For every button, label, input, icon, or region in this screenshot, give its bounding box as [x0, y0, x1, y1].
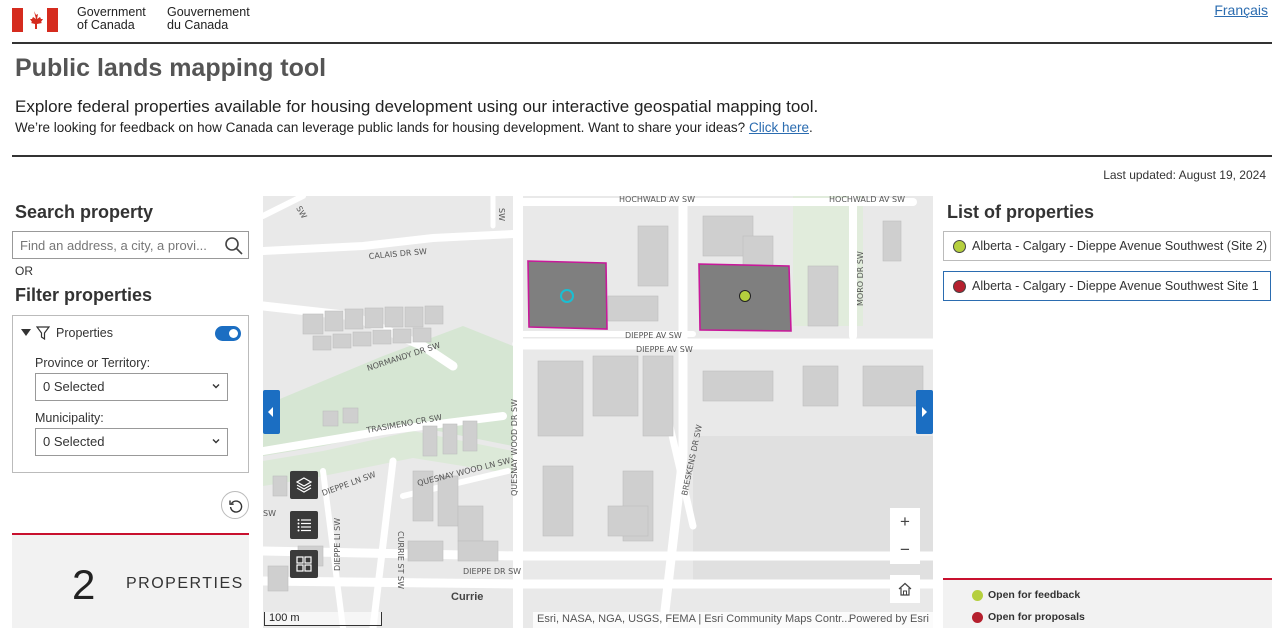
or-label: OR — [15, 264, 33, 278]
search-icon[interactable] — [224, 236, 244, 256]
property-item-label: Alberta - Calgary - Dieppe Avenue Southw… — [972, 279, 1259, 293]
chevron-down-icon — [212, 439, 220, 444]
page-title: Public lands mapping tool — [15, 54, 327, 82]
search-property-heading: Search property — [15, 202, 154, 222]
search-input[interactable] — [13, 232, 221, 258]
road-label-sw-1: SW — [294, 205, 308, 221]
gov-fr-line2: du Canada — [167, 18, 229, 32]
legend-dot-proposals — [972, 612, 983, 623]
header-divider — [12, 42, 1272, 44]
scale-bar: 100 m — [264, 612, 382, 626]
powered-by-esri[interactable]: Powered by Esri — [849, 613, 929, 625]
province-select-value: 0 Selected — [43, 379, 105, 394]
road-label-sw-2: SW — [497, 208, 506, 221]
last-updated-label: Last updated: August 19, 2024 — [1103, 168, 1266, 182]
feedback-sentence: We’re looking for feedback on how Canada… — [15, 120, 746, 135]
road-label-currie-st: CURRIE ST SW — [396, 531, 405, 589]
home-extent-button[interactable] — [890, 575, 920, 603]
property-item-site-1[interactable]: Alberta - Calgary - Dieppe Avenue Southw… — [943, 271, 1271, 301]
grid-icon — [296, 556, 312, 572]
map-attribution: Esri, NASA, NGA, USGS, FEMA | Esri Commu… — [533, 612, 933, 628]
legend-dot-feedback — [972, 590, 983, 601]
language-toggle-link[interactable]: Français — [1214, 2, 1268, 18]
status-dot-feedback — [953, 240, 966, 253]
list-of-properties-heading: List of properties — [947, 202, 1095, 222]
reset-filters-button[interactable] — [221, 491, 249, 519]
reset-icon — [229, 500, 243, 513]
property-count-number: 2 — [72, 561, 96, 608]
home-icon — [898, 582, 912, 596]
place-label-currie: Currie — [451, 591, 483, 603]
filter-panel: Properties Province or Territory: 0 Sele… — [12, 315, 249, 473]
legend-proposals-label: Open for proposals — [988, 611, 1085, 623]
gouvernement-du-canada-label: Gouvernement du Canada — [167, 6, 250, 32]
province-select[interactable]: 0 Selected — [35, 373, 228, 401]
status-legend: Open for feedback Open for proposals — [943, 578, 1272, 628]
province-label: Province or Territory: — [35, 356, 151, 370]
parcel-site-2[interactable] — [527, 260, 608, 330]
road-label-hochwald-right: HOCHWALD AV SW — [829, 196, 905, 204]
legend-open-for-feedback: Open for feedback — [972, 589, 1081, 601]
filter-properties-heading: Filter properties — [15, 285, 153, 305]
collapse-right-panel-button[interactable] — [916, 390, 933, 434]
list-icon — [297, 519, 311, 532]
municipality-label: Municipality: — [35, 411, 104, 425]
property-item-label: Alberta - Calgary - Dieppe Avenue Southw… — [972, 239, 1268, 253]
collapse-left-panel-button[interactable] — [263, 390, 280, 434]
chevron-left-icon — [268, 407, 273, 417]
status-dot-proposals — [953, 280, 966, 293]
feedback-period: . — [809, 120, 813, 135]
intro-text: Explore federal properties available for… — [15, 97, 819, 116]
road-label-sw-3: SW — [263, 509, 276, 518]
layers-button[interactable] — [290, 471, 318, 499]
legend-feedback-label: Open for feedback — [988, 589, 1081, 601]
municipality-select-value: 0 Selected — [43, 434, 105, 449]
property-count-panel: 2 PROPERTIES — [12, 533, 249, 628]
road-label-calais: CALAIS DR SW — [368, 247, 427, 261]
legend-list-button[interactable] — [290, 511, 318, 539]
basemap: HOCHWALD AV SW HOCHWALD AV SW CALAIS DR … — [263, 196, 933, 628]
legend-open-for-proposals: Open for proposals — [972, 611, 1085, 623]
filter-icon — [36, 326, 50, 340]
road-label-dieppe-dr: DIEPPE DR SW — [463, 567, 521, 576]
properties-layer-toggle[interactable] — [215, 326, 241, 341]
road-label-dieppe-av-2: DIEPPE AV SW — [636, 345, 693, 354]
road-label-dieppe-av-1: DIEPPE AV SW — [625, 331, 682, 340]
properties-layer-label: Properties — [56, 326, 113, 340]
municipality-select[interactable]: 0 Selected — [35, 428, 228, 456]
collapse-caret-icon[interactable] — [21, 329, 31, 336]
zoom-in-button[interactable]: + — [890, 508, 920, 536]
feedback-link[interactable]: Click here — [749, 120, 809, 135]
attribution-text[interactable]: Esri, NASA, NGA, USGS, FEMA | Esri Commu… — [537, 613, 850, 625]
zoom-out-button[interactable]: − — [890, 536, 920, 564]
road-label-hochwald-left: HOCHWALD AV SW — [619, 196, 695, 204]
road-label-dieppe-li: DIEPPE LI SW — [333, 518, 342, 571]
site-1-marker[interactable] — [739, 290, 751, 302]
gov-en-line2: of Canada — [77, 18, 135, 32]
content-divider — [12, 155, 1272, 157]
basemap-gallery-button[interactable] — [290, 550, 318, 578]
canada-flag-icon — [12, 8, 58, 32]
gc-header: Government of Canada Gouvernement du Can… — [12, 2, 1272, 44]
map-view[interactable]: HOCHWALD AV SW HOCHWALD AV SW CALAIS DR … — [263, 196, 933, 628]
feedback-text: We’re looking for feedback on how Canada… — [15, 120, 813, 135]
chevron-right-icon — [922, 407, 927, 417]
property-item-site-2[interactable]: Alberta - Calgary - Dieppe Avenue Southw… — [943, 231, 1271, 261]
search-box — [12, 231, 249, 259]
layers-icon — [296, 477, 312, 493]
property-count-label: PROPERTIES — [126, 575, 244, 592]
road-label-quesnay-dr: QUESNAY WOOD DR SW — [510, 399, 519, 496]
chevron-down-icon — [212, 384, 220, 389]
government-of-canada-label: Government of Canada — [77, 6, 146, 32]
road-label-moro: MORO DR SW — [856, 251, 865, 306]
